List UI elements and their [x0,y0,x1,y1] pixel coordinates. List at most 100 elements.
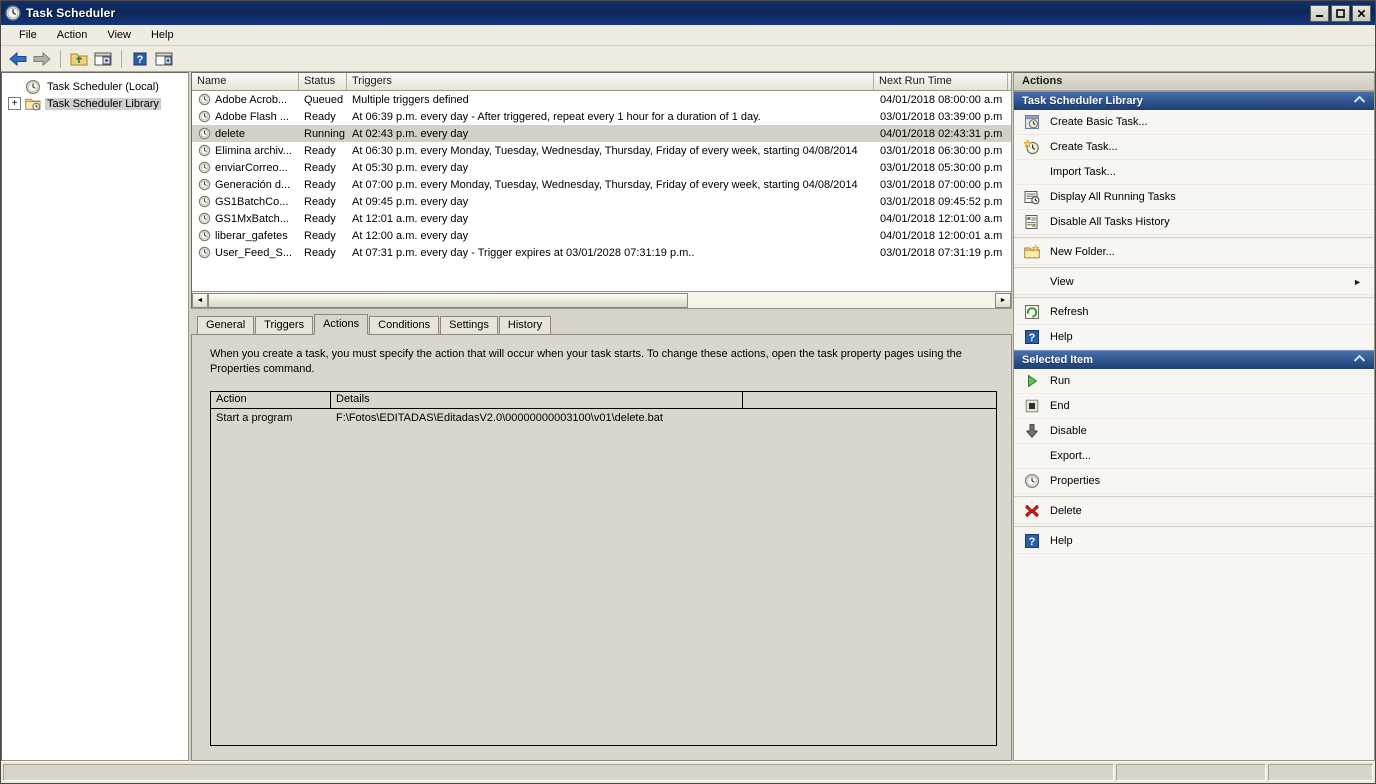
task-status-cell: Ready [304,212,336,225]
task-triggers-cell: At 12:01 a.m. every day [352,212,469,225]
action-item-create-task[interactable]: Create Task... [1014,135,1374,160]
task-name-cell: liberar_gafetes [192,229,299,242]
actions-group-header[interactable]: Selected Item [1014,350,1374,369]
title-bar: Task Scheduler [1,1,1375,25]
folder-up-icon[interactable] [68,48,90,70]
actions-tab-panel: When you create a task, you must specify… [191,334,1012,761]
console-tree-icon[interactable] [92,48,114,70]
task-row[interactable]: delete Running At 02:43 p.m. every day 04/0… [192,125,1011,142]
task-row[interactable]: Elimina archiv... Ready At 06:30 p.m. ever… [192,142,1011,159]
close-button[interactable] [1352,4,1371,22]
action-item-run[interactable]: Run [1014,369,1374,394]
action-item-help[interactable]: ? Help [1014,325,1374,350]
actions-pane: Actions Task Scheduler Library Create Bas… [1013,72,1375,761]
task-next-run-time-cell: 03/01/2018 09:45:52 p.m [880,195,1003,208]
task-row[interactable]: enviarCorreo... Ready At 05:30 p.m. every … [192,159,1011,176]
action-item-label: Properties [1050,475,1101,487]
task-row[interactable]: liberar_gafetes Ready At 12:00 a.m. every … [192,227,1011,244]
action-item-view[interactable]: View ► [1014,270,1374,295]
menu-help[interactable]: Help [141,27,184,43]
forward-arrow-icon[interactable] [31,48,53,70]
column-header-name[interactable]: Name [192,73,299,90]
action-item-display-all-running-tasks[interactable]: Display All Running Tasks [1014,185,1374,210]
actions-pane-groups: Task Scheduler Library Create Basic Task.… [1014,91,1374,554]
task-scheduler-window: Task Scheduler File Action View Help ? T… [0,0,1376,784]
task-name-label: User_Feed_S... [215,246,293,259]
tree-item-task-scheduler-library[interactable]: + Task Scheduler Library [8,95,188,112]
chevron-up-icon[interactable] [1353,354,1366,366]
tab-general[interactable]: General [197,316,255,334]
menu-file[interactable]: File [9,27,47,43]
expand-plus-icon[interactable]: + [8,97,21,110]
maximize-button[interactable] [1331,4,1350,22]
tab-conditions[interactable]: Conditions [369,316,440,334]
actions-group-label: Selected Item [1022,354,1093,366]
task-name-label: liberar_gafetes [215,229,288,242]
action-item-end[interactable]: End [1014,394,1374,419]
task-status-cell: Running [304,127,345,140]
minimize-button[interactable] [1310,4,1329,22]
action-item-new-folder[interactable]: New Folder... [1014,240,1374,265]
task-row[interactable]: Adobe Acrob... Queued Multiple triggers de… [192,91,1011,108]
task-next-run-time-cell: 04/01/2018 12:01:00 a.m [880,212,1003,225]
task-next-run-time-cell: 04/01/2018 02:43:31 p.m [880,127,1003,140]
actions-group-header[interactable]: Task Scheduler Library [1014,91,1374,110]
tab-actions[interactable]: Actions [314,314,369,335]
action-detail-row[interactable]: Start a program F:\Fotos\EDITADAS\Editada… [211,409,996,426]
action-item-import-task[interactable]: Import Task... [1014,160,1374,185]
help-question-icon[interactable]: ? [129,48,151,70]
task-list-header: Name Status Triggers Next Run Time [192,73,1011,91]
end-stop-icon [1024,398,1040,414]
column-header-triggers[interactable]: Triggers [347,73,874,90]
back-arrow-icon[interactable] [7,48,29,70]
task-row[interactable]: GS1BatchCo... Ready At 09:45 p.m. every da… [192,193,1011,210]
submenu-arrow-icon: ► [1353,277,1362,287]
menu-view[interactable]: View [97,27,141,43]
action-item-create-basic-task[interactable]: Create Basic Task... [1014,110,1374,135]
scroll-left-arrow-icon[interactable]: ◄ [192,292,208,308]
task-triggers-cell: At 02:43 p.m. every day [352,127,469,140]
tab-triggers[interactable]: Triggers [255,316,314,334]
task-name-label: Adobe Acrob... [215,93,288,106]
action-item-help[interactable]: ? Help [1014,529,1374,554]
task-next-run-time-cell: 03/01/2018 07:00:00 p.m [880,178,1003,191]
actions-grid-header: Action Details [211,392,996,409]
task-row[interactable]: Adobe Flash ... Ready At 06:39 p.m. every … [192,108,1011,125]
chevron-up-icon[interactable] [1353,95,1366,107]
no-icon [1024,164,1040,180]
toolbar-separator-1 [60,49,61,68]
tab-settings[interactable]: Settings [440,316,498,334]
column-header-status[interactable]: Status [299,73,347,90]
clock-icon [5,5,21,21]
action-pane-icon[interactable] [153,48,175,70]
history-icon [1024,214,1040,230]
task-row[interactable]: GS1MxBatch... Ready At 12:01 a.m. every da… [192,210,1011,227]
grid-column-extra[interactable] [743,392,996,408]
svg-text:?: ? [1029,536,1036,548]
action-item-disable[interactable]: Disable [1014,419,1374,444]
task-row[interactable]: Generación d... Ready At 07:00 p.m. every … [192,176,1011,193]
grid-column-action[interactable]: Action [211,392,331,408]
action-type-cell: Start a program [216,411,293,424]
task-list-horizontal-scrollbar[interactable]: ◄ ► [192,291,1011,308]
column-header-next-run-time[interactable]: Next Run Time [874,73,1008,90]
action-item-refresh[interactable]: Refresh [1014,300,1374,325]
grid-column-details[interactable]: Details [331,392,743,408]
menu-action[interactable]: Action [47,27,98,43]
tree-item-task-scheduler-local[interactable]: Task Scheduler (Local) [8,78,188,95]
task-name-cell: Adobe Acrob... [192,93,299,106]
task-row[interactable]: User_Feed_S... Ready At 07:31 p.m. every d… [192,244,1011,261]
scroll-thumb[interactable] [208,292,688,308]
tab-history[interactable]: History [498,316,552,334]
scroll-track[interactable] [208,292,995,308]
scroll-right-arrow-icon[interactable]: ► [995,292,1011,308]
action-item-delete[interactable]: Delete [1014,499,1374,524]
action-item-properties[interactable]: Properties [1014,469,1374,494]
menu-bar: File Action View Help [1,25,1375,46]
task-triggers-cell: At 07:00 p.m. every Monday, Tuesday, Wed… [352,178,858,191]
action-item-label: Disable [1050,425,1087,437]
action-item-disable-all-tasks-history[interactable]: Disable All Tasks History [1014,210,1374,235]
running-tasks-icon [1024,189,1040,205]
actions-separator [1014,237,1374,238]
action-item-export[interactable]: Export... [1014,444,1374,469]
